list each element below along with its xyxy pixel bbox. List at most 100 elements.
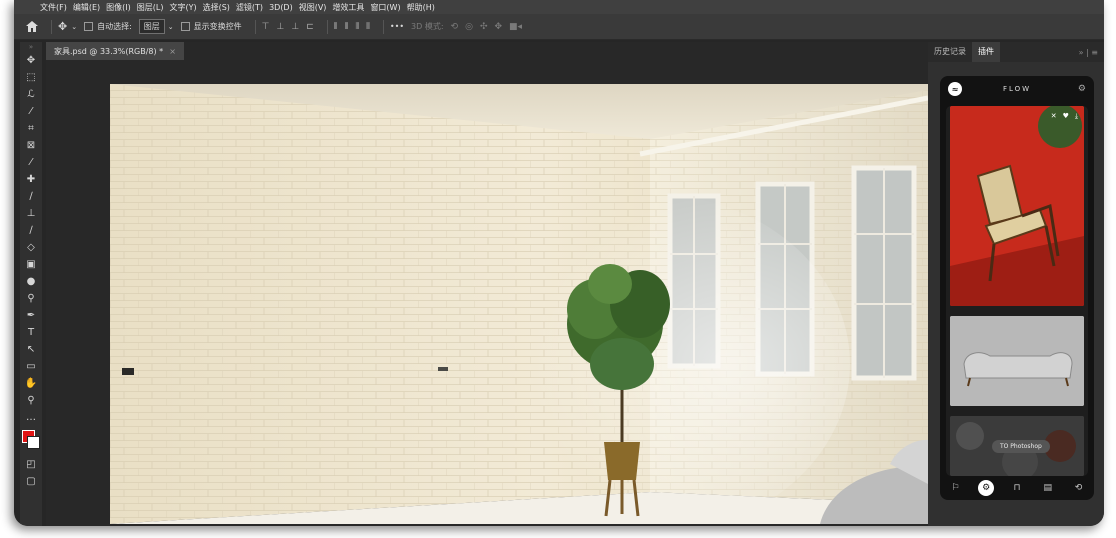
eyedropper-tool-icon[interactable]: ⁄ <box>20 154 42 171</box>
menu-layer[interactable]: 图层(L) <box>137 2 164 13</box>
3d-slide-icon[interactable]: ✥ <box>494 22 502 32</box>
align-bottom-icon[interactable]: ⊥ <box>291 22 299 32</box>
3d-mode-label: 3D 模式: <box>411 22 444 31</box>
pen-tool-icon[interactable]: ✒ <box>20 307 42 324</box>
heart-icon[interactable]: ♥ <box>1063 112 1069 121</box>
panel-tabs: 历史记录 插件 » | ≡ <box>928 42 1104 62</box>
plugin-nav: ⚐ ⚙ ⊓ ▤ ⟲ <box>940 476 1094 500</box>
close-icon[interactable]: × <box>169 47 176 56</box>
gallery-card-chair[interactable]: ✕ ♥ ⤓ <box>950 106 1084 306</box>
history-brush-tool-icon[interactable]: ∕ <box>20 222 42 239</box>
sofa-image <box>950 316 1084 406</box>
home-icon <box>26 21 38 32</box>
auto-select-checkbox[interactable] <box>84 22 94 31</box>
lasso-tool-icon[interactable]: ℒ <box>20 86 42 103</box>
menu-bar: 文件(F) 编辑(E) 图像(I) 图层(L) 文字(Y) 选择(S) 滤镜(T… <box>14 0 1104 14</box>
more-tools-icon[interactable]: … <box>20 409 42 426</box>
to-photoshop-button[interactable]: TO Photoshop <box>992 440 1050 453</box>
history-icon[interactable]: ⟲ <box>1071 480 1087 496</box>
menu-plugins[interactable]: 增效工具 <box>332 2 364 13</box>
magic-wand-tool-icon[interactable]: ⁄ <box>20 103 42 120</box>
gallery-card-sofa[interactable] <box>950 316 1084 406</box>
image-canvas[interactable] <box>110 84 928 524</box>
menu-edit[interactable]: 编辑(E) <box>73 2 100 13</box>
folder-icon[interactable]: ▤ <box>1040 480 1056 496</box>
distribute-right-icon[interactable]: ⫴ <box>355 22 359 32</box>
menu-3d[interactable]: 3D(D) <box>269 3 293 12</box>
room-photo <box>110 84 928 524</box>
gear-icon[interactable]: ⚙ <box>1078 84 1086 94</box>
path-select-tool-icon[interactable]: ↖ <box>20 341 42 358</box>
show-transform-option[interactable]: 显示变换控件 <box>180 21 242 32</box>
stamp-tool-icon[interactable]: ⊥ <box>20 205 42 222</box>
align-top-icon[interactable]: ⊤ <box>262 22 270 32</box>
chevron-down-icon: ⌄ <box>167 22 174 31</box>
zoom-tool-icon[interactable]: ⚲ <box>20 392 42 409</box>
menu-select[interactable]: 选择(S) <box>203 2 230 13</box>
document-title: 家具.psd @ 33.3%(RGB/8) * <box>54 46 164 56</box>
distribute-center-icon[interactable]: ⫴ <box>345 22 349 32</box>
document-tab[interactable]: 家具.psd @ 33.3%(RGB/8) * × <box>46 42 184 60</box>
3d-camera-icon[interactable]: ■◂ <box>509 22 522 32</box>
menu-help[interactable]: 帮助(H) <box>407 2 435 13</box>
brush-tool-icon[interactable]: ∕ <box>20 188 42 205</box>
tab-plugins[interactable]: 插件 <box>972 42 1000 62</box>
hand-tool-icon[interactable]: ✋ <box>20 375 42 392</box>
auto-select-option[interactable]: 自动选择: <box>84 21 132 32</box>
tools-panel: » ✥ ⬚ ℒ ⁄ ⌗ ⊠ ⁄ ✚ ∕ ⊥ ∕ ◇ ▣ ● ⚲ ✒ T ↖ ▭ … <box>20 42 42 526</box>
document-area: 家具.psd @ 33.3%(RGB/8) * × <box>46 42 928 526</box>
menu-file[interactable]: 文件(F) <box>40 2 67 13</box>
crop-tool-icon[interactable]: ⌗ <box>20 120 42 137</box>
3d-roll-icon[interactable]: ◎ <box>465 22 473 32</box>
gallery-card-plant[interactable]: TO Photoshop <box>950 416 1084 476</box>
move-tool-preset[interactable]: ✥ ⌄ <box>58 20 77 33</box>
panel-grip-icon[interactable]: » <box>20 42 42 52</box>
more-options-button[interactable]: ••• <box>390 22 404 31</box>
type-tool-icon[interactable]: T <box>20 324 42 341</box>
close-icon[interactable]: ✕ <box>1051 112 1057 121</box>
comment-icon[interactable]: ⚐ <box>947 480 963 496</box>
tab-history[interactable]: 历史记录 <box>928 42 972 62</box>
menu-window[interactable]: 窗口(W) <box>370 2 400 13</box>
screen-mode-icon[interactable]: ▢ <box>20 473 42 490</box>
move-tool-icon[interactable]: ✥ <box>20 52 42 69</box>
align-left-icon[interactable]: ⊏ <box>306 22 314 32</box>
blur-tool-icon[interactable]: ● <box>20 273 42 290</box>
background-color-swatch[interactable] <box>27 436 40 449</box>
distribute-width-icon[interactable]: ⫴ <box>366 22 370 32</box>
gradient-tool-icon[interactable]: ▣ <box>20 256 42 273</box>
show-transform-label: 显示变换控件 <box>193 22 242 31</box>
align-vcenter-icon[interactable]: ⊥ <box>277 22 285 32</box>
plugin-header: ≈ FLOW ⚙ <box>940 76 1094 102</box>
distribute-left-icon[interactable]: ⫴ <box>334 22 338 32</box>
chevron-down-icon: ⌄ <box>71 22 78 31</box>
dodge-tool-icon[interactable]: ⚲ <box>20 290 42 307</box>
divider <box>382 19 384 34</box>
home-button[interactable] <box>26 21 38 32</box>
marquee-tool-icon[interactable]: ⬚ <box>20 69 42 86</box>
menu-type[interactable]: 文字(Y) <box>169 2 196 13</box>
eraser-tool-icon[interactable]: ◇ <box>20 239 42 256</box>
color-swatches[interactable] <box>20 426 42 456</box>
divider <box>51 19 52 34</box>
quick-mask-icon[interactable]: ◰ <box>20 456 42 473</box>
menu-image[interactable]: 图像(I) <box>106 2 131 13</box>
gear-nav-icon[interactable]: ⚙ <box>978 480 995 496</box>
3d-pan-icon[interactable]: ✣ <box>480 22 488 32</box>
lock-icon[interactable]: ⊓ <box>1009 480 1025 496</box>
auto-select-dropdown[interactable]: 图层 <box>138 19 165 34</box>
flow-plugin: ≈ FLOW ⚙ ✕ ♥ ⤓ TO Photoshop ⚐ ⚙ ⊓ ▤ ⟲ <box>940 76 1094 500</box>
rectangle-tool-icon[interactable]: ▭ <box>20 358 42 375</box>
card-actions: ✕ ♥ ⤓ <box>1045 112 1078 121</box>
chair-image <box>950 106 1084 306</box>
show-transform-checkbox[interactable] <box>180 22 190 31</box>
menu-view[interactable]: 视图(V) <box>299 2 327 13</box>
menu-filter[interactable]: 滤镜(T) <box>236 2 263 13</box>
frame-tool-icon[interactable]: ⊠ <box>20 137 42 154</box>
3d-orbit-icon[interactable]: ⟲ <box>451 22 459 32</box>
download-icon[interactable]: ⤓ <box>1075 112 1078 121</box>
panel-menu-icon[interactable]: » | ≡ <box>1079 48 1104 57</box>
plugin-title: FLOW <box>1002 85 1032 93</box>
healing-brush-tool-icon[interactable]: ✚ <box>20 171 42 188</box>
auto-select-label: 自动选择: <box>97 22 132 31</box>
